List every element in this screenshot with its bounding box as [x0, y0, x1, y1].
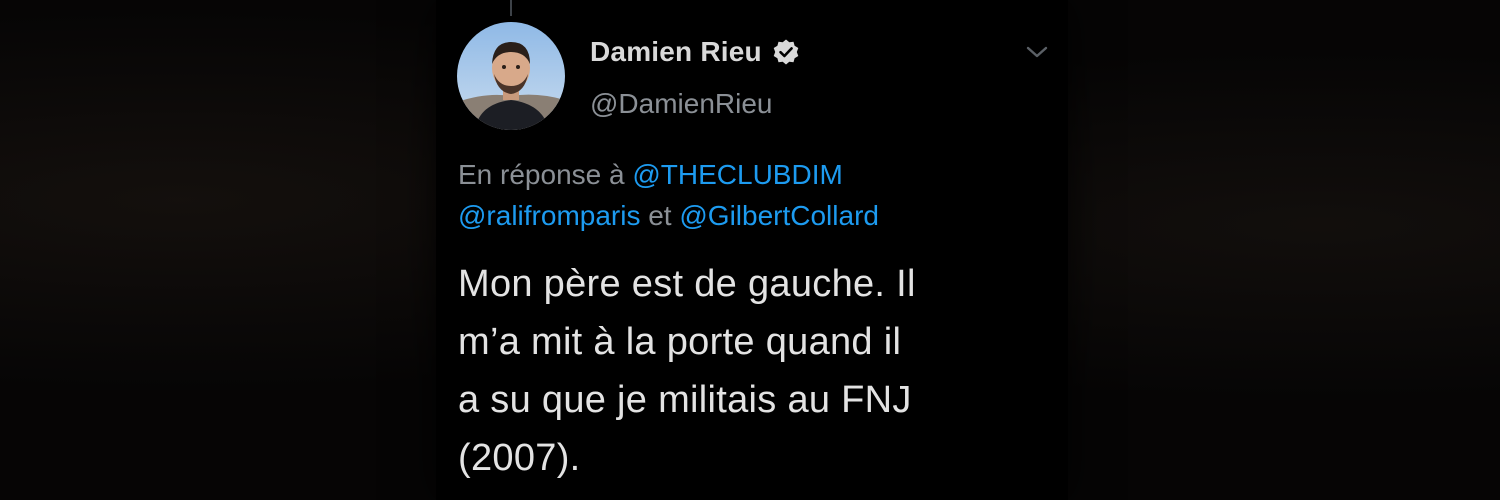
- tweet-text-line: m’a mit à la porte quand il: [458, 321, 902, 363]
- chevron-down-icon[interactable]: [1024, 42, 1050, 62]
- mention-link[interactable]: @GilbertCollard: [679, 200, 879, 231]
- tweet-text-line: a su que je militais au FNJ: [458, 379, 912, 421]
- verified-badge-icon: [772, 38, 800, 66]
- tweet-text-line: Mon père est de gauche. Il: [458, 263, 916, 305]
- mention-link[interactable]: @ralifromparis: [458, 200, 640, 231]
- author-name-text[interactable]: Damien Rieu: [590, 36, 762, 68]
- tweet-card[interactable]: Damien Rieu @DamienRieu En réponse à @TH…: [436, 0, 1068, 500]
- reply-prefix: En réponse à: [458, 159, 625, 190]
- reply-conjunction: et: [648, 200, 672, 231]
- reply-context: En réponse à @THECLUBDIM @ralifromparis …: [458, 154, 1048, 236]
- author-display-name[interactable]: Damien Rieu: [590, 36, 800, 68]
- thread-connector-line: [510, 0, 512, 16]
- tweet-text: Mon père est de gauche. Il m’a mit à la …: [458, 255, 1058, 487]
- mention-link[interactable]: @THECLUBDIM: [632, 159, 842, 190]
- author-handle[interactable]: @DamienRieu: [590, 88, 773, 120]
- avatar-image: [457, 22, 565, 130]
- tweet-text-line: (2007).: [458, 437, 581, 479]
- avatar[interactable]: [457, 22, 565, 130]
